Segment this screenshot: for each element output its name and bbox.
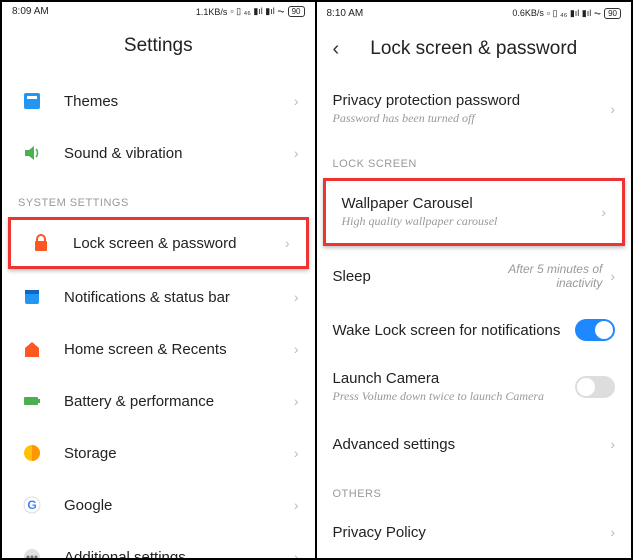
chevron-right-icon: › bbox=[294, 341, 299, 357]
chevron-right-icon: › bbox=[285, 235, 290, 251]
sound-icon bbox=[18, 143, 46, 163]
row-value: After 5 minutes of inactivity bbox=[482, 262, 602, 290]
row-label: Notifications & status bar bbox=[64, 289, 294, 306]
chevron-right-icon: › bbox=[294, 445, 299, 461]
row-google[interactable]: G Google › bbox=[2, 479, 315, 531]
notifications-icon bbox=[18, 287, 46, 307]
row-storage[interactable]: Storage › bbox=[2, 427, 315, 479]
row-battery[interactable]: Battery & performance › bbox=[2, 375, 315, 427]
lock-icon bbox=[27, 233, 55, 253]
settings-screen: 8:09 AM 1.1KB/s ▫ ▯ ₄₆ ▮ıl ▮ıl ⏦ 90 Sett… bbox=[2, 2, 317, 558]
launch-camera-toggle[interactable] bbox=[575, 376, 615, 398]
section-others: OTHERS bbox=[317, 470, 632, 506]
themes-icon bbox=[18, 91, 46, 111]
svg-text:G: G bbox=[27, 498, 36, 512]
chevron-right-icon: › bbox=[610, 268, 615, 284]
status-time: 8:09 AM bbox=[12, 6, 49, 17]
chevron-right-icon: › bbox=[294, 289, 299, 305]
row-themes[interactable]: Themes › bbox=[2, 75, 315, 127]
row-wake-notifications[interactable]: Wake Lock screen for notifications bbox=[317, 304, 632, 356]
row-label: Sound & vibration bbox=[64, 145, 294, 162]
row-label: Additional settings bbox=[64, 549, 294, 559]
wake-toggle[interactable] bbox=[575, 319, 615, 341]
battery-icon: 90 bbox=[288, 6, 305, 17]
row-label: Storage bbox=[64, 445, 294, 462]
section-lock-screen: LOCK SCREEN bbox=[317, 140, 632, 176]
row-privacy-password[interactable]: Privacy protection password Password has… bbox=[317, 78, 632, 140]
row-notifications[interactable]: Notifications & status bar › bbox=[2, 271, 315, 323]
row-label: Wake Lock screen for notifications bbox=[333, 322, 576, 339]
status-bar: 8:10 AM 0.6KB/s ▫ ▯ ₄₆ ▮ıl ▮ıl ⏦ 90 bbox=[317, 2, 632, 24]
row-home-recents[interactable]: Home screen & Recents › bbox=[2, 323, 315, 375]
row-advanced[interactable]: Advanced settings › bbox=[317, 418, 632, 470]
row-label: Sleep bbox=[333, 268, 483, 285]
row-label: Advanced settings bbox=[333, 436, 611, 453]
row-privacy-policy[interactable]: Privacy Policy › bbox=[317, 506, 632, 558]
signal-icons: ▫ ▯ ₄₆ ▮ıl ▮ıl ⏦ bbox=[547, 8, 601, 19]
row-launch-camera[interactable]: Launch Camera Press Volume down twice to… bbox=[317, 356, 632, 418]
row-sound[interactable]: Sound & vibration › bbox=[2, 127, 315, 179]
row-label: Privacy Policy bbox=[333, 524, 611, 541]
chevron-right-icon: › bbox=[294, 549, 299, 558]
back-button[interactable]: ‹ bbox=[333, 38, 340, 61]
status-time: 8:10 AM bbox=[327, 8, 364, 19]
chevron-right-icon: › bbox=[294, 93, 299, 109]
chevron-right-icon: › bbox=[610, 101, 615, 117]
row-wallpaper-carousel[interactable]: Wallpaper Carousel High quality wallpape… bbox=[323, 178, 626, 246]
chevron-right-icon: › bbox=[294, 145, 299, 161]
row-label: Wallpaper Carousel bbox=[342, 195, 602, 212]
additional-icon bbox=[18, 547, 46, 558]
header: Settings bbox=[2, 21, 315, 75]
row-additional[interactable]: Additional settings › bbox=[2, 531, 315, 558]
status-right: 0.6KB/s ▫ ▯ ₄₆ ▮ıl ▮ıl ⏦ 90 bbox=[512, 8, 621, 19]
row-label: Launch Camera bbox=[333, 370, 576, 387]
row-sublabel: Password has been turned off bbox=[333, 111, 611, 126]
row-label: Battery & performance bbox=[64, 393, 294, 410]
battery-icon: 90 bbox=[604, 8, 621, 19]
storage-icon bbox=[18, 443, 46, 463]
signal-icons: ▫ ▯ ₄₆ ▮ıl ▮ıl ⏦ bbox=[230, 6, 284, 17]
chevron-right-icon: › bbox=[294, 393, 299, 409]
chevron-right-icon: › bbox=[610, 436, 615, 452]
row-label: Home screen & Recents bbox=[64, 341, 294, 358]
row-sublabel: High quality wallpaper carousel bbox=[342, 214, 602, 229]
page-title: Settings bbox=[124, 35, 193, 57]
status-right: 1.1KB/s ▫ ▯ ₄₆ ▮ıl ▮ıl ⏦ 90 bbox=[196, 6, 305, 17]
section-system-settings: SYSTEM SETTINGS bbox=[2, 179, 315, 215]
status-bar: 8:09 AM 1.1KB/s ▫ ▯ ₄₆ ▮ıl ▮ıl ⏦ 90 bbox=[2, 2, 315, 21]
home-icon bbox=[18, 339, 46, 359]
row-label: Privacy protection password bbox=[333, 92, 611, 109]
row-label: Themes bbox=[64, 93, 294, 110]
page-title: Lock screen & password bbox=[370, 38, 577, 60]
chevron-right-icon: › bbox=[610, 524, 615, 540]
row-label: Lock screen & password bbox=[73, 235, 285, 252]
chevron-right-icon: › bbox=[294, 497, 299, 513]
row-sublabel: Press Volume down twice to launch Camera bbox=[333, 389, 576, 404]
chevron-right-icon: › bbox=[601, 204, 606, 220]
lock-screen-settings: 8:10 AM 0.6KB/s ▫ ▯ ₄₆ ▮ıl ▮ıl ⏦ 90 ‹ Lo… bbox=[317, 2, 632, 558]
row-sleep[interactable]: Sleep After 5 minutes of inactivity › bbox=[317, 248, 632, 304]
header: ‹ Lock screen & password bbox=[317, 24, 632, 78]
battery-perf-icon bbox=[18, 391, 46, 411]
google-icon: G bbox=[18, 495, 46, 515]
row-lock-screen-password[interactable]: Lock screen & password › bbox=[8, 217, 309, 269]
row-label: Google bbox=[64, 497, 294, 514]
